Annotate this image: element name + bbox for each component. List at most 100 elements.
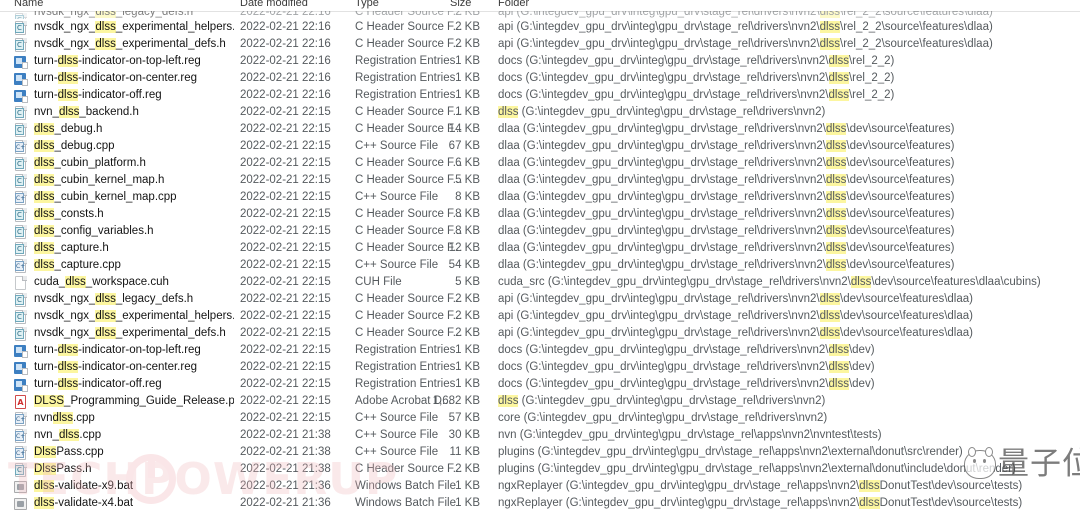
file-row[interactable]: dlss-validate-x4.bat 2022-02-21 21:36 Wind… — [0, 495, 1080, 512]
search-term-highlight: dlss — [57, 378, 79, 390]
column-header-folder[interactable]: Folder — [498, 0, 529, 9]
file-folder-cell[interactable]: dlss (G:\integdev_gpu_drv\integ\gpu_drv\… — [498, 394, 825, 409]
file-name-cell[interactable]: dlss_cubin_kernel_map.h — [34, 173, 164, 188]
file-folder-cell[interactable]: plugins (G:\integdev_gpu_drv\integ\gpu_d… — [498, 462, 1016, 477]
file-name-cell[interactable]: turn-dlss-indicator-off.reg — [34, 377, 162, 392]
file-folder-cell[interactable]: api (G:\integdev_gpu_drv\integ\gpu_drv\s… — [498, 326, 973, 341]
column-header-date-modified[interactable]: Date modified — [240, 0, 308, 9]
file-row[interactable]: turn-dlss-indicator-off.reg 2022-02-21 22… — [0, 376, 1080, 393]
file-row[interactable]: cuda_dlss_workspace.cuh 2022-02-21 22:15 C… — [0, 274, 1080, 291]
file-row[interactable]: Cdlss_cubin_platform.h 2022-02-21 22:15 C … — [0, 155, 1080, 172]
file-name-cell[interactable]: dlss_capture.h — [34, 241, 109, 256]
file-folder-cell[interactable]: dlaa (G:\integdev_gpu_drv\integ\gpu_drv\… — [498, 139, 954, 154]
file-row[interactable]: Cdlss_config_variables.h 2022-02-21 22:15… — [0, 223, 1080, 240]
file-row[interactable]: C+ dlss_cubin_kernel_map.cpp 2022-02-21 22… — [0, 189, 1080, 206]
file-name-cell[interactable]: turn-dlss-indicator-on-center.reg — [34, 360, 197, 375]
file-folder-cell[interactable]: dlaa (G:\integdev_gpu_drv\integ\gpu_drv\… — [498, 190, 954, 205]
file-name-cell[interactable]: nvsdk_ngx_dlss_experimental_defs.h — [34, 326, 226, 341]
file-name-cell[interactable]: DLSS_Programming_Guide_Release.pdf — [34, 394, 234, 409]
file-name-cell[interactable]: turn-dlss-indicator-on-top-left.reg — [34, 343, 201, 358]
file-row[interactable]: turn-dlss-indicator-on-top-left.reg 2022-… — [0, 342, 1080, 359]
file-name-cell[interactable]: DlssPass.cpp — [34, 445, 104, 460]
file-name-cell[interactable]: nvsdk_ngx_dlss_experimental_defs.h — [34, 37, 226, 52]
file-folder-cell[interactable]: dlaa (G:\integdev_gpu_drv\integ\gpu_drv\… — [498, 156, 954, 171]
file-icon-badge: C — [15, 244, 24, 254]
file-folder-cell[interactable]: api (G:\integdev_gpu_drv\integ\gpu_drv\s… — [498, 292, 973, 307]
file-name-cell[interactable]: dlss_capture.cpp — [34, 258, 121, 273]
file-folder-cell[interactable]: cuda_src (G:\integdev_gpu_drv\integ\gpu_… — [498, 275, 1041, 290]
file-row[interactable]: Cdlss_consts.h 2022-02-21 22:15 C Header S… — [0, 206, 1080, 223]
file-folder-cell[interactable]: dlaa (G:\integdev_gpu_drv\integ\gpu_drv\… — [498, 224, 954, 239]
file-name-cell[interactable]: dlss_cubin_platform.h — [34, 156, 146, 171]
file-name-cell[interactable]: dlss-validate-x4.bat — [34, 496, 133, 511]
file-row[interactable]: A DLSS_Programming_Guide_Release.pdf 2022-… — [0, 393, 1080, 410]
file-row[interactable]: Cnvsdk_ngx_dlss_experimental_defs.h 2022-… — [0, 36, 1080, 53]
file-name-cell[interactable]: nvsdk_ngx_dlss_legacy_defs.h — [34, 11, 193, 19]
file-folder-cell[interactable]: dlaa (G:\integdev_gpu_drv\integ\gpu_drv\… — [498, 258, 954, 273]
file-row[interactable]: turn-dlss-indicator-off.reg 2022-02-21 22… — [0, 87, 1080, 104]
file-row[interactable]: turn-dlss-indicator-on-center.reg 2022-02… — [0, 70, 1080, 87]
file-folder-cell[interactable]: docs (G:\integdev_gpu_drv\integ\gpu_drv\… — [498, 377, 875, 392]
file-row[interactable]: C+ dlss_debug.cpp 2022-02-21 22:15 C++ Sour… — [0, 138, 1080, 155]
file-row[interactable]: turn-dlss-indicator-on-center.reg 2022-02… — [0, 359, 1080, 376]
file-name-cell[interactable]: nvsdk_ngx_dlss_legacy_defs.h — [34, 292, 193, 307]
file-row[interactable]: Cnvsdk_ngx_dlss_experimental_helpers.h 20… — [0, 308, 1080, 325]
file-folder-cell[interactable]: docs (G:\integdev_gpu_drv\integ\gpu_drv\… — [498, 360, 875, 375]
file-folder-cell[interactable]: docs (G:\integdev_gpu_drv\integ\gpu_drv\… — [498, 54, 894, 69]
file-row[interactable]: Cnvsdk_ngx_dlss_experimental_defs.h 2022-… — [0, 325, 1080, 342]
column-header-type[interactable]: Type — [355, 0, 379, 9]
search-results-list[interactable]: Name Date modified Type Size Folder Cnvs… — [0, 0, 1080, 517]
file-folder-cell[interactable]: ngxReplayer (G:\integdev_gpu_drv\integ\g… — [498, 496, 1022, 511]
file-folder-cell[interactable]: core (G:\integdev_gpu_drv\integ\gpu_drv\… — [498, 411, 827, 426]
file-name-cell[interactable]: dlss-validate-x9.bat — [34, 479, 133, 494]
file-name-cell[interactable]: DlssPass.h — [34, 462, 92, 477]
file-size-cell: 2 KB — [455, 293, 480, 305]
file-folder-cell[interactable]: docs (G:\integdev_gpu_drv\integ\gpu_drv\… — [498, 88, 894, 103]
file-row[interactable]: Cdlss_cubin_kernel_map.h 2022-02-21 22:15… — [0, 172, 1080, 189]
file-row[interactable]: C DlssPass.h 2022-02-21 21:38 C Header Sour… — [0, 461, 1080, 478]
file-name-cell[interactable]: dlss_config_variables.h — [34, 224, 154, 239]
file-row[interactable]: Cnvsdk_ngx_dlss_legacy_defs.h2022-02-21 … — [0, 11, 1080, 19]
column-header-name[interactable]: Name — [14, 0, 43, 9]
file-folder-cell[interactable]: docs (G:\integdev_gpu_drv\integ\gpu_drv\… — [498, 343, 875, 358]
file-folder-cell[interactable]: api (G:\integdev_gpu_drv\integ\gpu_drv\s… — [498, 309, 973, 324]
file-name-cell[interactable]: nvndlss.cpp — [34, 411, 95, 426]
file-row[interactable]: dlss-validate-x9.bat 2022-02-21 21:36 Wind… — [0, 478, 1080, 495]
file-row[interactable]: C+ dlss_capture.cpp 2022-02-21 22:15 C++ So… — [0, 257, 1080, 274]
file-name-cell[interactable]: nvsdk_ngx_dlss_experimental_helpers.h — [34, 20, 234, 35]
file-name-cell[interactable]: dlss_cubin_kernel_map.cpp — [34, 190, 177, 205]
file-name-cell[interactable]: cuda_dlss_workspace.cuh — [34, 275, 169, 290]
file-name-cell[interactable]: dlss_debug.h — [34, 122, 102, 137]
file-folder-cell[interactable]: api (G:\integdev_gpu_drv\integ\gpu_drv\s… — [498, 20, 993, 35]
file-name-cell[interactable]: dlss_debug.cpp — [34, 139, 115, 154]
file-row[interactable]: C+ nvn_dlss.cpp 2022-02-21 21:38 C++ Source… — [0, 427, 1080, 444]
file-folder-cell[interactable]: dlaa (G:\integdev_gpu_drv\integ\gpu_drv\… — [498, 122, 954, 137]
file-folder-cell[interactable]: api (G:\integdev_gpu_drv\integ\gpu_drv\s… — [498, 37, 993, 52]
file-row[interactable]: C+ nvndlss.cpp 2022-02-21 22:15 C++ Source … — [0, 410, 1080, 427]
file-row[interactable]: Cnvsdk_ngx_dlss_experimental_helpers.h 20… — [0, 19, 1080, 36]
file-row[interactable]: C+ DlssPass.cpp 2022-02-21 21:38 C++ Source… — [0, 444, 1080, 461]
file-name-cell[interactable]: turn-dlss-indicator-on-center.reg — [34, 71, 197, 86]
file-folder-cell[interactable]: nvn (G:\integdev_gpu_drv\integ\gpu_drv\s… — [498, 428, 882, 443]
file-row[interactable]: turn-dlss-indicator-on-top-left.reg 2022-… — [0, 53, 1080, 70]
file-name-cell[interactable]: nvn_dlss_backend.h — [34, 105, 139, 120]
file-name-cell[interactable]: nvsdk_ngx_dlss_experimental_helpers.h — [34, 309, 234, 324]
file-row[interactable]: Cdlss_capture.h 2022-02-21 22:15 C Header … — [0, 240, 1080, 257]
column-header-size[interactable]: Size — [450, 0, 471, 9]
file-folder-cell[interactable]: dlaa (G:\integdev_gpu_drv\integ\gpu_drv\… — [498, 173, 954, 188]
file-row[interactable]: Cnvsdk_ngx_dlss_legacy_defs.h2022-02-21 … — [0, 291, 1080, 308]
file-name-cell[interactable]: nvn_dlss.cpp — [34, 428, 101, 443]
file-folder-cell[interactable]: plugins (G:\integdev_gpu_drv\integ\gpu_d… — [498, 445, 963, 460]
file-row[interactable]: Cnvn_dlss_backend.h 2022-02-21 22:15 C Hea… — [0, 104, 1080, 121]
file-folder-cell[interactable]: dlss (G:\integdev_gpu_drv\integ\gpu_drv\… — [498, 105, 825, 120]
file-folder-cell[interactable]: api (G:\integdev_gpu_drv\integ\gpu_drv\s… — [498, 11, 993, 19]
file-name-cell[interactable]: turn-dlss-indicator-on-top-left.reg — [34, 54, 201, 69]
search-term-highlight: dlss — [34, 225, 55, 237]
file-name-cell[interactable]: turn-dlss-indicator-off.reg — [34, 88, 162, 103]
file-folder-cell[interactable]: ngxReplayer (G:\integdev_gpu_drv\integ\g… — [498, 479, 1022, 494]
file-name-cell[interactable]: dlss_consts.h — [34, 207, 104, 222]
file-folder-cell[interactable]: dlaa (G:\integdev_gpu_drv\integ\gpu_drv\… — [498, 207, 954, 222]
file-folder-cell[interactable]: docs (G:\integdev_gpu_drv\integ\gpu_drv\… — [498, 71, 894, 86]
file-folder-cell[interactable]: dlaa (G:\integdev_gpu_drv\integ\gpu_drv\… — [498, 241, 954, 256]
file-row[interactable]: Cdlss_debug.h 2022-02-21 22:15 C Header So… — [0, 121, 1080, 138]
